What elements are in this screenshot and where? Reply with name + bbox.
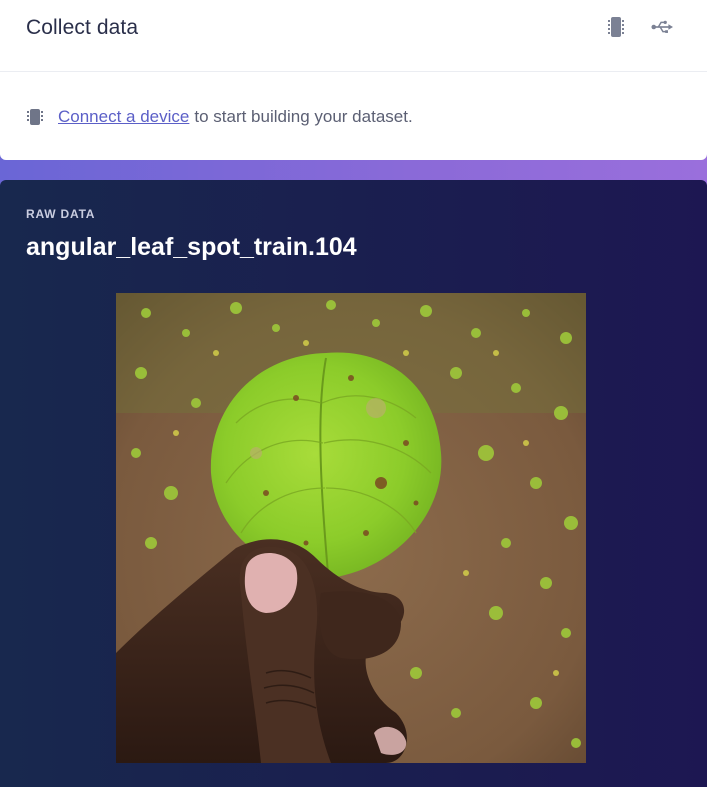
collect-data-card: Collect data Connect a device to start b… (0, 0, 707, 160)
connect-device-text: to start building your dataset. (194, 107, 413, 126)
collect-data-header: Collect data (0, 0, 707, 72)
device-chip-icon[interactable] (605, 16, 627, 38)
usb-icon[interactable] (651, 16, 673, 38)
raw-data-panel: RAW DATA angular_leaf_spot_train.104 (0, 180, 707, 787)
sample-image (116, 293, 586, 763)
raw-data-label: RAW DATA (26, 207, 96, 221)
connect-device-link[interactable]: Connect a device (58, 107, 189, 127)
sample-name: angular_leaf_spot_train.104 (26, 233, 357, 261)
page-title: Collect data (26, 16, 139, 39)
device-chip-icon (26, 108, 44, 126)
connect-device-message: Connect a device to start building your … (26, 105, 413, 129)
